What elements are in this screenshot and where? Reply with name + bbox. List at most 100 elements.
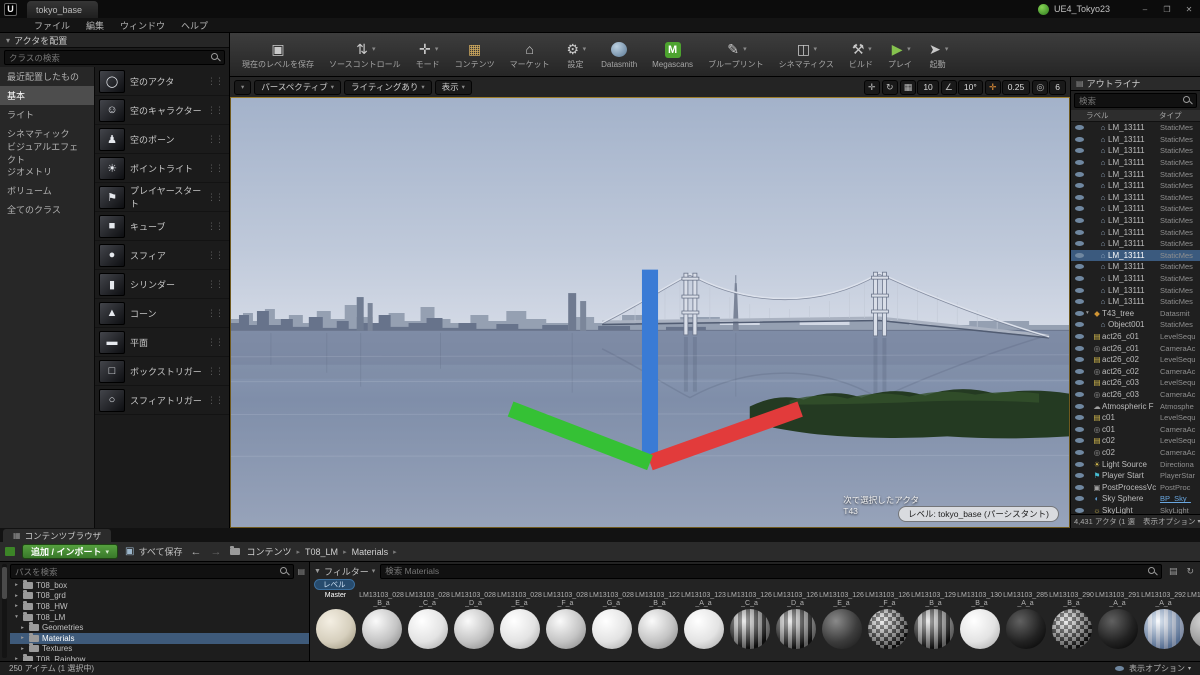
category-item[interactable]: 全てのクラス <box>0 200 94 219</box>
asset-tile[interactable]: LM13103_028 _C_a <box>405 592 450 661</box>
drag-grip-icon[interactable]: ⋮⋮ <box>207 76 225 87</box>
minimize-button[interactable]: – <box>1134 0 1156 18</box>
toolbar-button[interactable]: ▦ コンテンツ <box>449 39 501 71</box>
close-button[interactable]: ✕ <box>1178 0 1200 18</box>
outliner-row[interactable]: ▤ c02 LevelSequ <box>1071 435 1200 447</box>
tree-folder-row[interactable]: ▸ T08_box <box>10 580 309 591</box>
outliner-row[interactable]: ▾ ◆ T43_tree Datasmit <box>1071 308 1200 320</box>
outliner-row[interactable]: ⌂ LM_13111 StaticMes <box>1071 180 1200 192</box>
asset-tile[interactable]: LM13103_290 _B_a <box>1049 592 1094 661</box>
place-actor-item[interactable]: ▮ シリンダー ⋮⋮ <box>95 270 229 299</box>
outliner-row[interactable]: ◎ c02 CameraAc <box>1071 447 1200 459</box>
dropdown-caret-icon[interactable]: ▾ <box>435 45 439 53</box>
outliner-row[interactable]: ◐ Sky Sphere BP_Sky_ <box>1071 493 1200 505</box>
outliner-row[interactable]: ⌂ LM_13111 StaticMes <box>1071 168 1200 180</box>
asset-tile[interactable]: LM13103_293 _A_a <box>1187 592 1200 661</box>
visibility-eye-icon[interactable] <box>1075 311 1084 316</box>
category-item[interactable]: ボリューム <box>0 181 94 200</box>
visibility-eye-icon[interactable] <box>1075 357 1084 362</box>
toolbar-button[interactable]: Datasmith <box>595 40 643 70</box>
asset-tile[interactable]: LM13103_028 _D_a <box>451 592 496 661</box>
tree-settings-icon[interactable]: ▤ <box>297 567 305 576</box>
toolbar-button[interactable]: ⚒ ▾ ビルド <box>843 39 879 71</box>
expand-arrow-icon[interactable]: ▸ <box>13 603 20 609</box>
toolbar-button[interactable]: ◫ ▾ シネマティクス <box>773 39 840 71</box>
outliner-row[interactable]: ▤ act26_c03 LevelSequ <box>1071 377 1200 389</box>
menu-item[interactable]: ウィンドウ <box>112 19 173 32</box>
outliner-row[interactable]: ▤ c01 LevelSequ <box>1071 412 1200 424</box>
visibility-eye-icon[interactable] <box>1075 148 1084 153</box>
outliner-row[interactable]: ◎ act26_c01 CameraAc <box>1071 342 1200 354</box>
transform-tool-icon[interactable]: ✛ <box>864 80 880 95</box>
outliner-search-box[interactable] <box>1074 93 1197 108</box>
drag-grip-icon[interactable]: ⋮⋮ <box>207 163 225 174</box>
outliner-row[interactable]: ⌂ LM_13111 StaticMes <box>1071 215 1200 227</box>
asset-tile[interactable]: LM13103_126 _C_a <box>727 592 772 661</box>
menu-item[interactable]: 編集 <box>78 19 112 32</box>
visibility-eye-icon[interactable] <box>1075 218 1084 223</box>
asset-tile[interactable]: LM13103_028 _E_a <box>497 592 542 661</box>
level-tab[interactable]: tokyo_base <box>27 1 98 18</box>
outliner-row[interactable]: ⌂ LM_13111 StaticMes <box>1071 296 1200 308</box>
column-type[interactable]: タイプ <box>1159 110 1197 121</box>
outliner-row[interactable]: ⌂ LM_13111 StaticMes <box>1071 157 1200 169</box>
outliner-row[interactable]: ⌂ LM_13111 StaticMes <box>1071 238 1200 250</box>
dropdown-caret-icon[interactable]: ▾ <box>583 45 587 53</box>
place-actor-item[interactable]: ▲ コーン ⋮⋮ <box>95 299 229 328</box>
outliner-tab[interactable]: ▤ アウトライナ <box>1071 77 1200 91</box>
tree-folder-row[interactable]: ▸ Textures <box>10 644 309 655</box>
visibility-eye-icon[interactable] <box>1075 299 1084 304</box>
category-item[interactable]: 最近配置したもの <box>0 67 94 86</box>
visibility-eye-icon[interactable] <box>1075 195 1084 200</box>
drag-grip-icon[interactable]: ⋮⋮ <box>207 395 225 406</box>
view-options-button[interactable]: 表示オプション <box>1143 516 1196 527</box>
toolbar-button[interactable]: ⌂ マーケット <box>504 39 556 71</box>
outliner-row[interactable]: ▤ act26_c01 LevelSequ <box>1071 331 1200 343</box>
expand-arrow-icon[interactable]: ▸ <box>13 582 20 588</box>
visibility-eye-icon[interactable] <box>1075 172 1084 177</box>
maximize-button[interactable]: ❐ <box>1156 0 1178 18</box>
visibility-eye-icon[interactable] <box>1075 253 1084 258</box>
dropdown-caret-icon[interactable]: ▾ <box>743 45 747 53</box>
rotation-snap-icon[interactable]: ∠ <box>941 80 957 95</box>
outliner-row[interactable]: ⌂ LM_13111 StaticMes <box>1071 192 1200 204</box>
asset-tile[interactable]: LM13103_285 _A_a <box>1003 592 1048 661</box>
view-mode-dropdown[interactable]: ライティングあり▾ <box>344 80 432 95</box>
outliner-row[interactable]: ☼ SkyLight SkyLight <box>1071 505 1200 514</box>
visibility-eye-icon[interactable] <box>1075 288 1084 293</box>
place-actor-item[interactable]: ◯ 空のアクタ ⋮⋮ <box>95 67 229 96</box>
toolbar-button[interactable]: ✛ ▾ モード <box>410 39 446 71</box>
tree-folder-row[interactable]: ▸ T08_Rainbow <box>10 654 309 661</box>
outliner-row[interactable]: ⚑ Player Start PlayerStar <box>1071 470 1200 482</box>
outliner-row[interactable]: ☁ Atmospheric F Atmosphe <box>1071 400 1200 412</box>
toolbar-button[interactable]: ▶ ▾ プレイ <box>882 39 918 71</box>
visibility-eye-icon[interactable] <box>1075 334 1084 339</box>
expand-arrow-icon[interactable]: ▸ <box>19 635 26 641</box>
path-search-input[interactable] <box>15 567 277 577</box>
dropdown-caret-icon[interactable]: ▾ <box>813 45 817 53</box>
place-actor-item[interactable]: ● スフィア ⋮⋮ <box>95 241 229 270</box>
drag-grip-icon[interactable]: ⋮⋮ <box>207 279 225 290</box>
breadcrumb-item[interactable]: コンテンツ <box>247 545 292 558</box>
outliner-row[interactable]: ▤ act26_c02 LevelSequ <box>1071 354 1200 366</box>
asset-tile[interactable]: LM13103_126 _D_a <box>773 592 818 661</box>
tree-folder-row[interactable]: ▸ Geometries <box>10 622 309 633</box>
outliner-row[interactable]: ⌂ LM_13111 StaticMes <box>1071 145 1200 157</box>
asset-tile[interactable]: LM13103_291 _A_a <box>1095 592 1140 661</box>
visibility-eye-icon[interactable] <box>1075 206 1084 211</box>
category-item[interactable]: ライト <box>0 105 94 124</box>
dropdown-caret-icon[interactable]: ▾ <box>372 45 376 53</box>
drag-grip-icon[interactable]: ⋮⋮ <box>207 221 225 232</box>
visibility-eye-icon[interactable] <box>1075 450 1084 455</box>
filter-chip-level[interactable]: レベル <box>314 579 355 590</box>
place-actor-item[interactable]: ■ キューブ ⋮⋮ <box>95 212 229 241</box>
column-label[interactable]: ラベル <box>1074 110 1159 121</box>
visibility-eye-icon[interactable] <box>1075 183 1084 188</box>
scale-snap-icon[interactable]: ✛ <box>985 80 1001 95</box>
asset-tile[interactable]: LM13103_123 _A_a <box>681 592 726 661</box>
toolbar-button[interactable]: ⇅ ▾ ソースコントロール <box>323 39 407 71</box>
toolbar-button[interactable]: ✎ ▾ ブループリント <box>702 39 770 71</box>
expand-arrow-icon[interactable]: ▸ <box>19 646 26 652</box>
outliner-row[interactable]: ⌂ LM_13111 StaticMes <box>1071 250 1200 262</box>
dropdown-caret-icon[interactable]: ▾ <box>907 45 911 53</box>
